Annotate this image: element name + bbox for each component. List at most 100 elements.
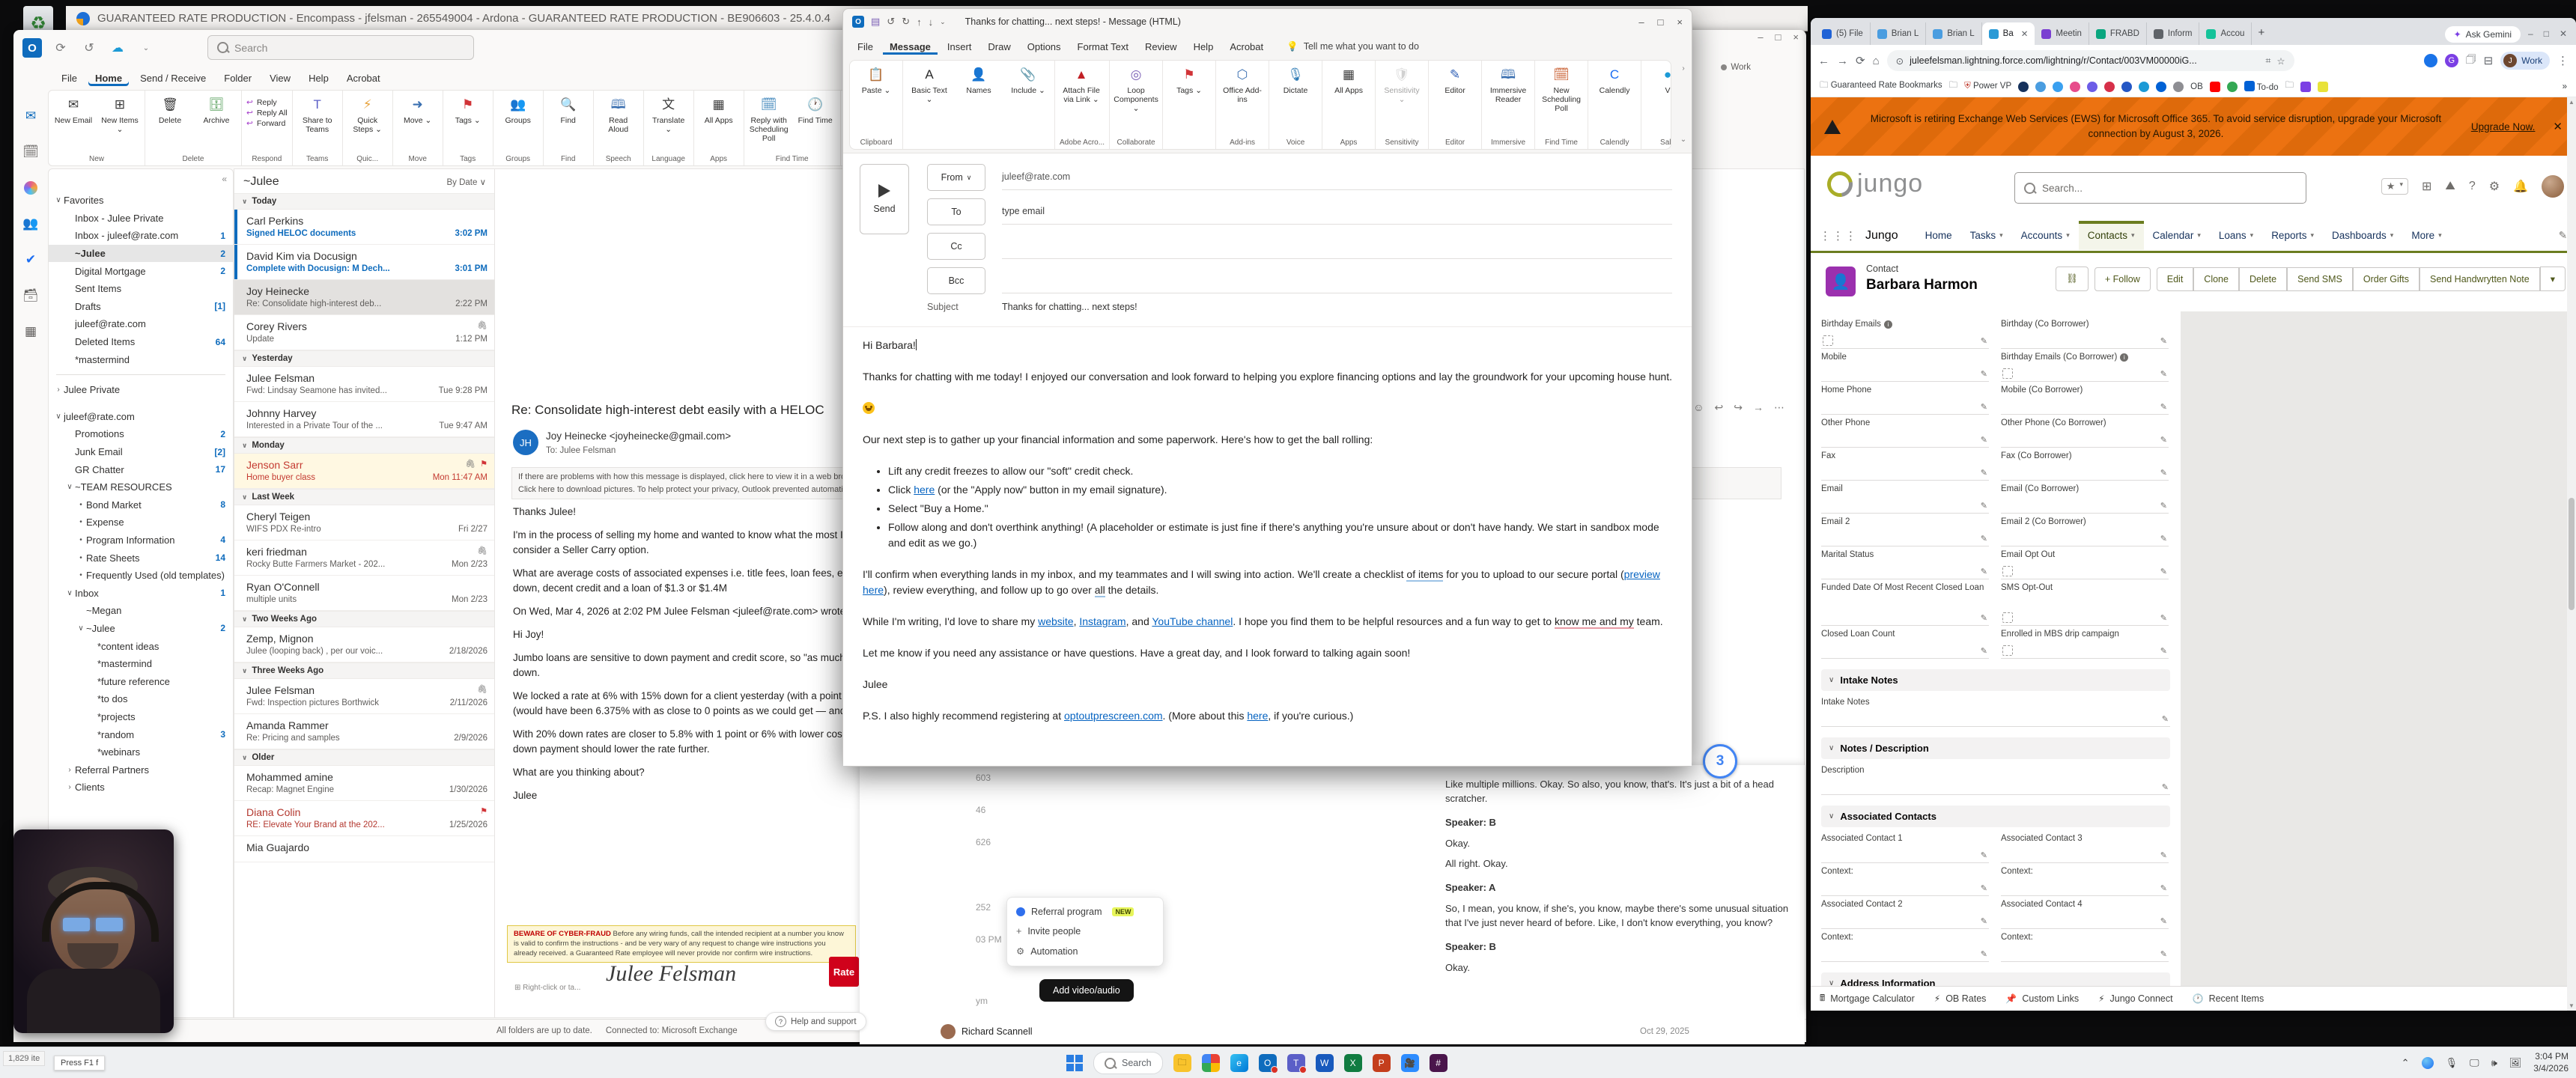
button-edit[interactable]: Edit — [2157, 267, 2194, 291]
cc-input[interactable] — [1002, 233, 1672, 259]
start-button[interactable] — [1066, 1055, 1083, 1071]
field-value[interactable] — [1821, 368, 1989, 382]
browser-tab-meetin[interactable]: Meetin — [2035, 22, 2089, 45]
edit-pencil-icon[interactable]: ✎ — [1981, 468, 1987, 478]
folder-inbox-julee-private[interactable]: Inbox - Julee Private — [49, 210, 233, 228]
powerpoint-icon[interactable]: P — [1373, 1054, 1391, 1072]
button-basic-text[interactable]: ABasic Text ⌄ — [908, 64, 951, 104]
tasks-icon[interactable]: ✔ — [22, 252, 39, 268]
field-value[interactable] — [2001, 368, 2169, 382]
bookmark-power-vp[interactable]: ⛨ Power VP — [1964, 82, 2011, 91]
body-link[interactable]: here — [914, 484, 935, 496]
folder--webinars[interactable]: *webinars — [49, 743, 233, 761]
address-bar[interactable]: ⊙ juleefelsman.lightning.force.com/light… — [1887, 50, 2294, 71]
ribbon-scroll[interactable]: ›⌄ — [1677, 60, 1690, 148]
from-button[interactable]: From∨ — [927, 164, 985, 191]
browser-tab-ba[interactable]: Ba✕ — [1982, 22, 2035, 45]
button-archive[interactable]: 🗄Archive — [196, 94, 237, 125]
folder--team-resources[interactable]: ∨~TEAM RESOURCES — [49, 478, 233, 496]
zoom-icon[interactable]: 🎥 — [1401, 1054, 1419, 1072]
browser-tab--5-file[interactable]: (5) File — [1815, 22, 1871, 45]
group-header-yesterday[interactable]: ∨Yesterday — [234, 350, 495, 367]
nav-tab-home[interactable]: Home — [1916, 221, 1961, 250]
field-value[interactable] — [1821, 882, 1989, 896]
browser-tab-inform[interactable]: Inform — [2147, 22, 2200, 45]
nav-tab-contacts[interactable]: Contacts▾ — [2079, 221, 2144, 250]
more-actions-dropdown[interactable]: ▾ — [2540, 267, 2566, 291]
button-immersive-reader[interactable]: 🕮Immersive Reader — [1486, 64, 1530, 104]
button-delete[interactable]: Delete — [2239, 267, 2287, 291]
folder-referral-partners[interactable]: ›Referral Partners — [49, 761, 233, 779]
folder-bond-market[interactable]: •Bond Market8 — [49, 496, 233, 514]
copilot-tray-icon[interactable] — [2422, 1057, 2434, 1069]
bookmark-guaranteed-rate[interactable]: 🗀 Guaranteed Rate Bookmarks — [1820, 79, 1942, 94]
button-reply-with-scheduling-poll[interactable]: 🗓Reply with Scheduling Poll — [749, 94, 789, 143]
hierarchy-button[interactable]: ⛓ — [2056, 267, 2089, 291]
bookmark-favicon[interactable] — [2053, 82, 2063, 92]
tab-view[interactable]: View — [263, 70, 297, 86]
bookmark-favicon[interactable] — [2035, 82, 2046, 92]
people-icon[interactable]: 👥 — [22, 216, 39, 232]
browser-scrollbar[interactable]: ▲▼ — [2567, 97, 2576, 1011]
browser-window-controls[interactable]: –□✕ — [2528, 28, 2567, 39]
checkbox-unchecked[interactable] — [2002, 612, 2013, 623]
nav-tab-reports[interactable]: Reports▾ — [2262, 221, 2323, 250]
body-link[interactable]: here — [1247, 710, 1268, 722]
button-clone[interactable]: Clone — [2193, 267, 2239, 291]
compose-tab-acrobat[interactable]: Acrobat — [1223, 39, 1270, 55]
edit-pencil-icon[interactable]: ✎ — [2162, 782, 2169, 792]
banner-close-icon[interactable]: ✕ — [2553, 120, 2563, 133]
edit-pencil-icon[interactable]: ✎ — [2160, 435, 2167, 445]
bookmark-favicon[interactable] — [2173, 82, 2184, 92]
edit-pencil-icon[interactable]: ✎ — [1981, 534, 1987, 543]
reading-list-icon[interactable]: 🗇 — [2466, 52, 2476, 70]
grammarly-icon[interactable]: G — [2445, 54, 2458, 67]
file-explorer-icon[interactable]: 🗀 — [1173, 1054, 1191, 1072]
group-header-three-weeks-ago[interactable]: ∨Three Weeks Ago — [234, 663, 495, 679]
group-header-older[interactable]: ∨Older — [234, 749, 495, 766]
email-item[interactable]: Zemp, MignonJulee (looping back) , per o… — [234, 627, 495, 663]
tab-close-icon[interactable]: ✕ — [2021, 28, 2029, 39]
edit-pencil-icon[interactable]: ✎ — [2160, 468, 2167, 478]
app-launcher-icon[interactable]: ⋮⋮⋮ — [1820, 229, 1858, 243]
button-find-time[interactable]: 🕐Find Time — [795, 94, 836, 125]
tray-chevron-icon[interactable]: ⌃ — [2402, 1057, 2410, 1069]
trailhead-icon[interactable]: ⛰ — [2445, 180, 2455, 193]
tab-home[interactable]: Home — [88, 70, 129, 86]
edit-pencil-icon[interactable]: ✎ — [2160, 567, 2167, 576]
button-groups[interactable]: 👥Groups — [498, 94, 538, 125]
bookmarks-folder-icon[interactable]: 🗀 — [2285, 79, 2294, 94]
bookmark-quo[interactable] — [2318, 82, 2328, 92]
more-apps-icon[interactable]: ▦ — [22, 323, 39, 340]
section-notes-description[interactable]: ∨Notes / Description — [1821, 737, 2170, 759]
folder--future-reference[interactable]: *future reference — [49, 672, 233, 690]
slack-icon[interactable]: # — [1430, 1054, 1448, 1072]
field-value[interactable] — [1821, 565, 1989, 579]
checkbox-unchecked[interactable] — [2002, 645, 2013, 656]
bookmark-favicon[interactable] — [2087, 82, 2097, 92]
bookmark-favicon[interactable] — [2121, 82, 2132, 92]
nav-tab-more[interactable]: More▾ — [2402, 221, 2450, 250]
edit-pencil-icon[interactable]: ✎ — [1981, 916, 1987, 926]
field-value[interactable] — [1821, 401, 1989, 415]
notifications-bell-icon[interactable]: 🔔 — [2513, 179, 2528, 194]
button-order-gifts[interactable]: Order Gifts — [2353, 267, 2419, 291]
field-value[interactable] — [2001, 882, 2169, 896]
folder--random[interactable]: *random3 — [49, 725, 233, 743]
button-v[interactable]: ●V — [1646, 64, 1671, 95]
folder--mastermind[interactable]: *mastermind — [49, 655, 233, 673]
body-link[interactable]: preview here — [863, 568, 1660, 596]
folder-deleted-items[interactable]: Deleted Items64 — [49, 333, 233, 351]
back-icon[interactable]: ← — [1818, 55, 1829, 67]
button-new-items[interactable]: ⊞New Items ⌄ — [100, 94, 140, 134]
field-value[interactable] — [1821, 781, 2170, 795]
network-icon[interactable]: 🖵 — [2470, 1057, 2479, 1069]
folder-drafts[interactable]: Drafts[1] — [49, 298, 233, 316]
nav-tab-accounts[interactable]: Accounts▾ — [2012, 221, 2079, 250]
undo-icon[interactable]: ↺ — [887, 16, 895, 28]
field-value[interactable] — [2001, 466, 2169, 481]
chrome-icon[interactable] — [1202, 1054, 1220, 1072]
edge-icon[interactable]: e — [1230, 1054, 1248, 1072]
field-value[interactable] — [2001, 335, 2169, 349]
edit-pencil-icon[interactable]: ✎ — [2160, 949, 2167, 959]
